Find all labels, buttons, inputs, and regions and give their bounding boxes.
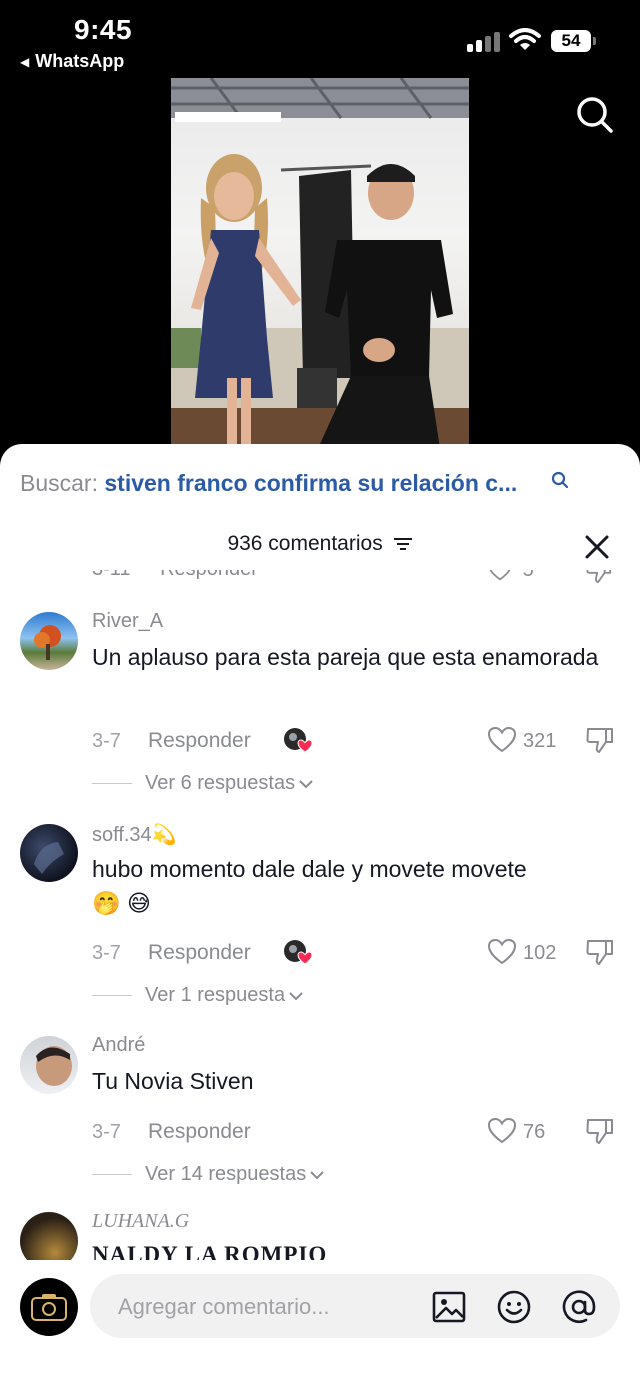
- like-count: 76: [523, 1121, 546, 1143]
- chevron-down-icon: [310, 1170, 324, 1179]
- comment-date: 3-7: [92, 730, 121, 752]
- comment-username-text: soff.34: [92, 824, 152, 846]
- camera-icon: [31, 1294, 67, 1321]
- creator-liked-icon: [284, 728, 312, 753]
- comments-header: 936 comentarios: [0, 532, 640, 556]
- heart-outline-icon[interactable]: [487, 570, 513, 582]
- cellular-signal-icon: [467, 30, 501, 52]
- reply-button[interactable]: Responder: [148, 729, 251, 753]
- battery-indicator: 54: [551, 30, 591, 52]
- avatar-image: [34, 625, 61, 660]
- view-replies-label: Ver 1 respuesta: [145, 984, 286, 1006]
- peek-like: 5: [487, 570, 537, 592]
- comment-text: Un aplauso para esta pareja que esta ena…: [92, 644, 599, 670]
- user-avatar[interactable]: [20, 1278, 78, 1336]
- comment-item: LUHANA.G NALDY LA ROMPIO: [0, 1210, 640, 1260]
- chevron-down-icon: [299, 779, 313, 788]
- reply-button[interactable]: Responder: [148, 1120, 251, 1144]
- comment-item: River_A Un aplauso para esta pareja que …: [0, 600, 640, 800]
- emoji-icon[interactable]: [497, 1290, 531, 1324]
- back-triangle-icon: ◀: [20, 55, 30, 69]
- peek-date: 3-11: [92, 570, 131, 580]
- search-suggestion-prefix: Buscar:: [20, 470, 98, 496]
- view-replies-button[interactable]: Ver 6 respuestas: [92, 772, 313, 795]
- image-icon[interactable]: [432, 1290, 466, 1324]
- comment-input[interactable]: [116, 1274, 410, 1340]
- comment-emojis: 🤭 😅: [92, 890, 152, 916]
- avatar[interactable]: [20, 1036, 78, 1094]
- view-replies-label: Ver 6 respuestas: [145, 772, 296, 794]
- comment-composer: [0, 1260, 640, 1386]
- like-count: 321: [523, 730, 557, 752]
- peek-row: 3-11 Responder: [92, 570, 292, 592]
- filter-icon[interactable]: [393, 536, 413, 552]
- replies-divider: [92, 1174, 132, 1175]
- wifi-icon: [509, 28, 541, 50]
- avatar-image: [34, 842, 64, 874]
- peek-dislike: [585, 570, 615, 592]
- status-bar: 9:45 ◀ WhatsApp 54: [0, 0, 640, 78]
- view-replies-button[interactable]: Ver 14 respuestas: [92, 1163, 324, 1186]
- heart-outline-icon[interactable]: [487, 726, 517, 754]
- comments-sheet: Buscar: stiven franco confirma su relaci…: [0, 444, 640, 1386]
- avatar[interactable]: [20, 824, 78, 882]
- comment-username[interactable]: André: [92, 1034, 145, 1057]
- video-frame: [171, 78, 469, 468]
- replies-divider: [92, 783, 132, 784]
- comment-username[interactable]: soff.34💫: [92, 822, 177, 847]
- close-icon[interactable]: [583, 533, 611, 561]
- comment-username[interactable]: River_A: [92, 610, 163, 633]
- chevron-down-icon: [289, 991, 303, 1000]
- thumbs-down-icon[interactable]: [585, 570, 613, 584]
- at-sign-icon[interactable]: [562, 1290, 596, 1324]
- battery-tip: [593, 37, 596, 45]
- comment-item: soff.34💫 hubo momento dale dale y movete…: [0, 812, 640, 1012]
- peek-reply[interactable]: Responder: [160, 570, 258, 580]
- avatar[interactable]: [20, 612, 78, 670]
- creator-liked-icon: [284, 940, 312, 965]
- comment-text: Tu Novia Stiven: [92, 1068, 254, 1094]
- view-replies-button[interactable]: Ver 1 respuesta: [92, 984, 303, 1007]
- back-to-app-link[interactable]: ◀ WhatsApp: [20, 51, 124, 72]
- back-app-label: WhatsApp: [35, 51, 125, 71]
- replies-divider: [92, 995, 132, 996]
- sparkle-emoji: 💫: [151, 824, 177, 846]
- reply-button[interactable]: Responder: [148, 941, 251, 965]
- heart-outline-icon[interactable]: [487, 1117, 517, 1145]
- comment-date: 3-7: [92, 942, 121, 964]
- like-count: 102: [523, 942, 557, 964]
- comment-username[interactable]: LUHANA.G: [92, 1210, 189, 1233]
- search-suggestion-query: stiven franco confirma su relación c...: [104, 470, 518, 496]
- thumbs-down-icon[interactable]: [585, 938, 615, 966]
- comment-input-container: [90, 1274, 620, 1340]
- comment-text-line: hubo momento dale dale y movete movete: [92, 856, 527, 882]
- status-time: 9:45: [74, 14, 133, 45]
- thumbs-down-icon[interactable]: [585, 1117, 615, 1145]
- peek-likes: 5: [522, 570, 534, 581]
- comment-date: 3-7: [92, 1121, 121, 1143]
- search-suggestion[interactable]: Buscar: stiven franco confirma su relaci…: [20, 470, 517, 497]
- video-player[interactable]: [171, 78, 469, 468]
- search-icon[interactable]: [575, 95, 615, 135]
- comment-text: NALDY LA ROMPIO: [92, 1242, 328, 1260]
- search-suggestion-icon[interactable]: [551, 471, 569, 489]
- heart-outline-icon[interactable]: [487, 938, 517, 966]
- thumbs-down-icon[interactable]: [585, 726, 615, 754]
- comments-list[interactable]: 3-11 Responder 5 River_A Un a: [0, 570, 640, 1260]
- comment-text: hubo momento dale dale y movete movete 🤭…: [92, 852, 602, 920]
- avatar-image: [36, 1046, 72, 1086]
- comments-count: 936 comentarios: [227, 532, 383, 555]
- avatar[interactable]: [20, 1212, 78, 1260]
- comment-item: André Tu Novia Stiven 3-7 Responder 76 V…: [0, 1024, 640, 1204]
- view-replies-label: Ver 14 respuestas: [145, 1163, 307, 1185]
